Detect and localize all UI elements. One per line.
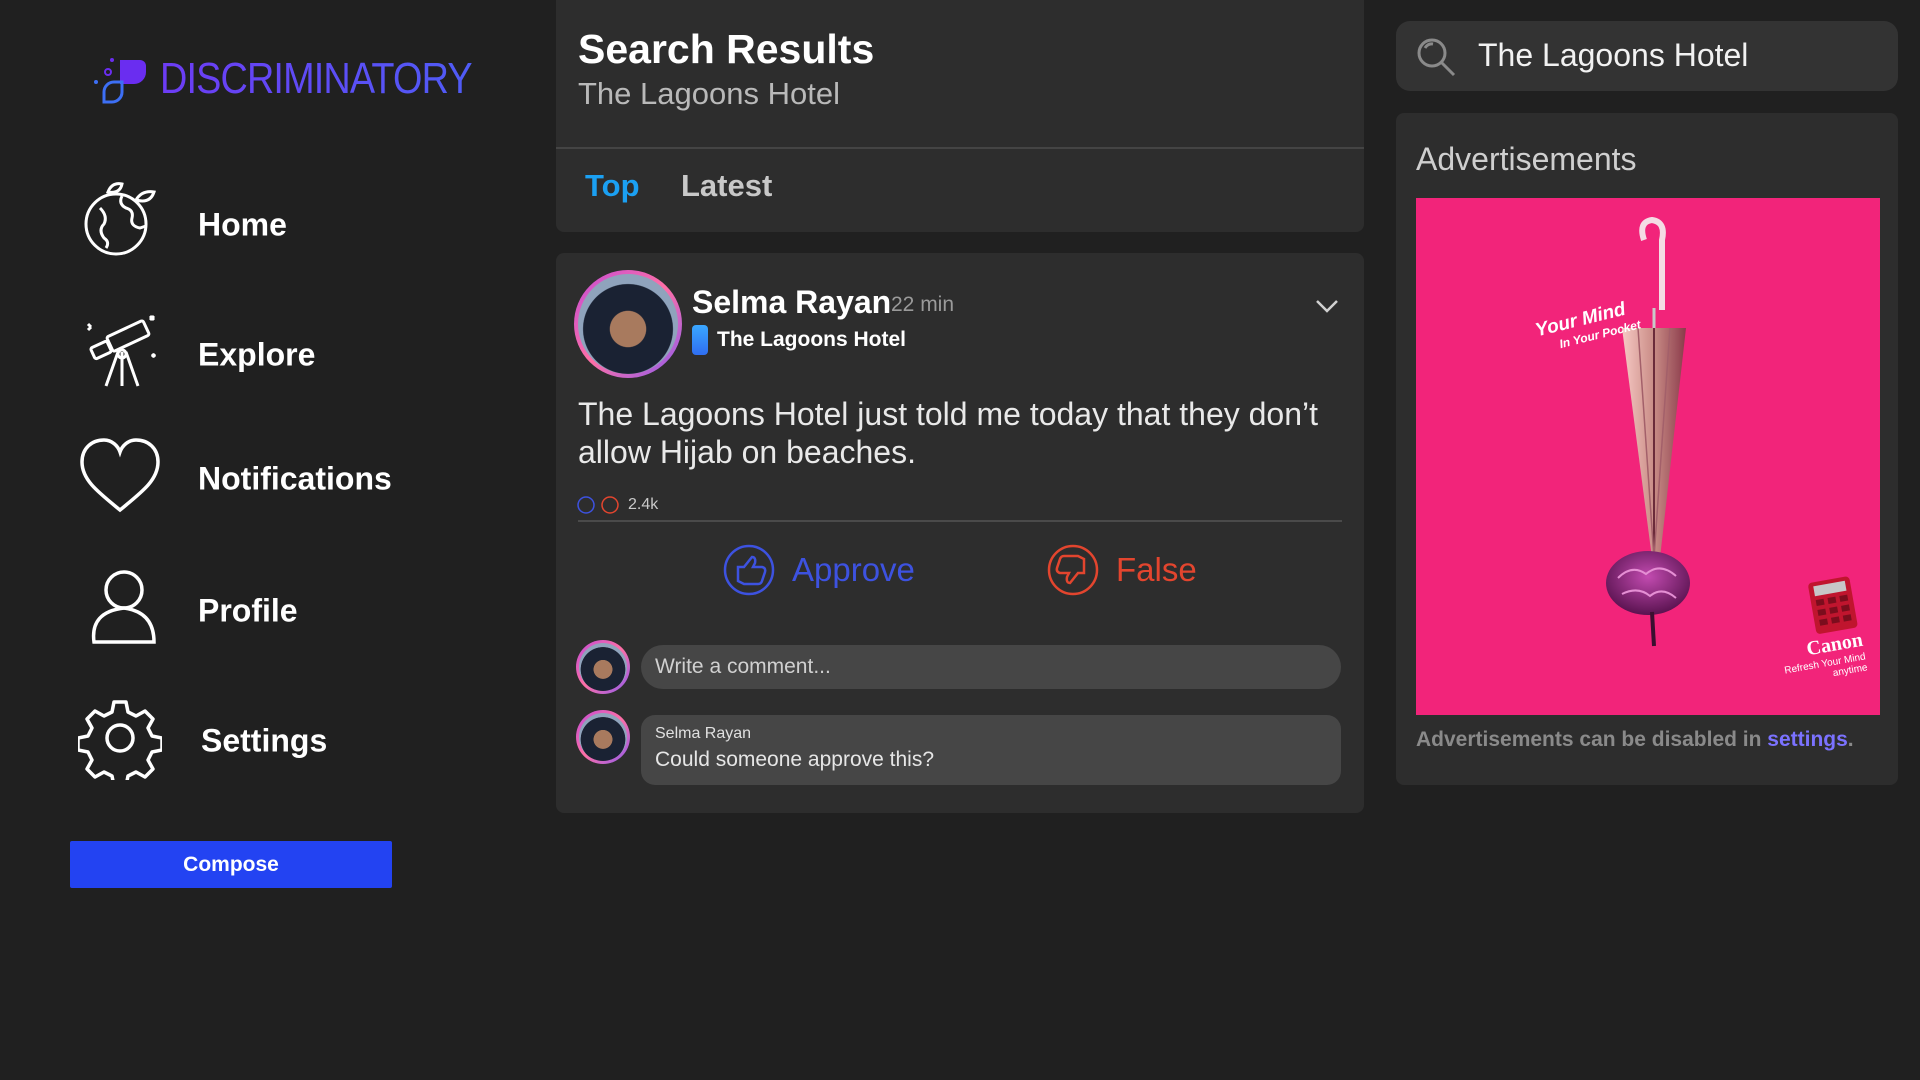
nav-label-explore: Explore: [198, 336, 316, 373]
comment-text: Could someone approve this?: [655, 748, 935, 771]
post-location[interactable]: The Lagoons Hotel: [717, 328, 906, 352]
heart-icon: [80, 438, 160, 513]
search-input[interactable]: [1478, 31, 1878, 79]
gear-icon: [78, 700, 162, 780]
brand-name: DISCRIMINATORY: [160, 54, 473, 103]
approve-button[interactable]: Approve: [722, 537, 982, 603]
comment-item: Selma Rayan Could someone approve this?: [641, 715, 1341, 785]
reaction-count: 2.4k: [628, 496, 659, 513]
nav-home[interactable]: Home: [78, 180, 498, 270]
post-body: The Lagoons Hotel just told me today tha…: [578, 396, 1319, 470]
calculator-illustration: [1808, 576, 1858, 634]
current-user-avatar[interactable]: [576, 640, 630, 694]
ads-title: Advertisements: [1416, 141, 1637, 177]
search-query-label: The Lagoons Hotel: [578, 76, 840, 111]
comment-avatar[interactable]: [576, 710, 630, 764]
nav-settings[interactable]: Settings: [78, 696, 498, 786]
search-bar: [1396, 21, 1898, 91]
post-author[interactable]: Selma Rayan: [692, 284, 891, 321]
nav-label-settings: Settings: [201, 722, 328, 759]
false-label: False: [1116, 551, 1197, 588]
tab-top[interactable]: Top: [585, 168, 640, 204]
compose-button[interactable]: Compose: [70, 841, 392, 888]
settings-link[interactable]: settings: [1767, 728, 1848, 751]
search-icon[interactable]: [1414, 35, 1458, 79]
page-title: Search Results: [578, 26, 875, 72]
user-icon: [91, 570, 156, 644]
nav-explore[interactable]: Explore: [78, 310, 498, 400]
post-divider: [578, 520, 1342, 522]
nav-label-notifications: Notifications: [198, 460, 392, 497]
nav-notifications[interactable]: Notifications: [78, 434, 498, 524]
thumbs-up-icon: [723, 544, 775, 596]
hotel-tag-icon: [692, 325, 708, 355]
chevron-down-icon[interactable]: [1312, 293, 1342, 317]
app-logo[interactable]: DISCRIMINATORY: [90, 52, 473, 112]
approve-reaction-icon: [577, 496, 595, 514]
comment-input[interactable]: [641, 645, 1341, 689]
brand-mark-icon: [94, 58, 146, 104]
thumbs-down-icon: [1047, 544, 1099, 596]
reaction-icons: [577, 496, 619, 514]
header-divider: [556, 147, 1364, 149]
nav-label-profile: Profile: [198, 592, 298, 629]
search-results-header: Search Results The Lagoons Hotel Top Lat…: [556, 0, 1364, 232]
post-card: Selma Rayan 22 min The Lagoons Hotel The…: [556, 253, 1364, 813]
nav-label-home: Home: [198, 206, 287, 243]
nav-profile[interactable]: Profile: [78, 566, 498, 656]
avatar[interactable]: [574, 270, 682, 378]
ad-banner[interactable]: Your Mind In Your Pocket Canon Refresh Y…: [1416, 198, 1880, 715]
false-button[interactable]: False: [1046, 537, 1306, 603]
ads-disable-note: Advertisements can be disabled in settin…: [1416, 728, 1854, 751]
post-time: 22 min: [891, 293, 955, 316]
globe-leaf-icon: [84, 182, 156, 256]
false-reaction-icon: [601, 496, 619, 514]
advertisements-panel: Advertisements Your Mind In Your Pocket …: [1396, 113, 1898, 785]
tab-latest[interactable]: Latest: [681, 168, 772, 204]
telescope-icon: [86, 314, 157, 387]
approve-label: Approve: [792, 551, 915, 588]
comment-author[interactable]: Selma Rayan: [655, 725, 751, 743]
ad-brand: Canon Refresh Your Mind anytime: [1770, 574, 1868, 688]
